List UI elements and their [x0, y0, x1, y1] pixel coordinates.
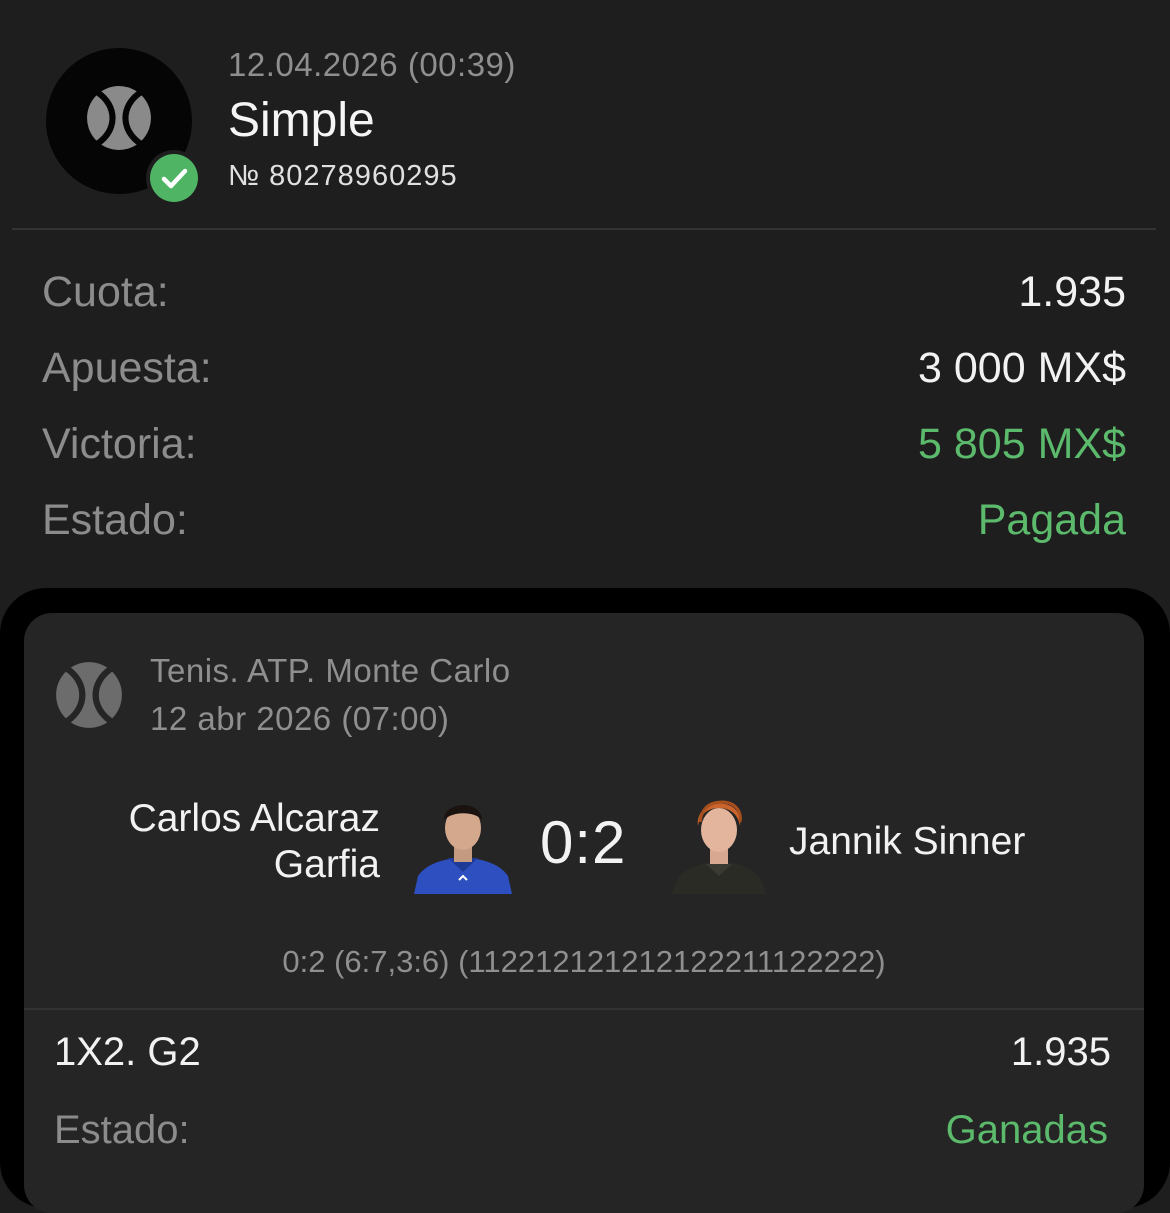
tennis-ball-icon	[87, 86, 151, 150]
market-name: 1X2. G2	[54, 1030, 201, 1074]
stake-row: Apuesta: 3 000 MX$	[42, 344, 1126, 404]
divider	[12, 228, 1156, 230]
winnings-row: Victoria: 5 805 MX$	[42, 420, 1126, 480]
team1-name-line1: Carlos Alcaraz	[128, 797, 380, 840]
status-value: Pagada	[977, 496, 1126, 544]
winnings-value: 5 805 MX$	[918, 420, 1126, 468]
odds-label: Cuota:	[42, 268, 169, 316]
winnings-label: Victoria:	[42, 420, 197, 468]
odds-row: Cuota: 1.935	[42, 268, 1126, 328]
team2-name: Jannik Sinner	[789, 820, 1026, 863]
market-odds: 1.935	[1010, 1030, 1111, 1074]
market-status-value: Ganadas	[945, 1108, 1108, 1152]
team1-name-line2: Garfia	[273, 843, 380, 886]
check-icon	[161, 168, 188, 189]
score-detail: 0:2 (6:7,3:6) (112212121212122211122222)	[282, 944, 886, 979]
league-name: Tenis. ATP. Monte Carlo	[150, 652, 511, 689]
divider	[24, 1008, 1144, 1010]
market-status-label: Estado:	[54, 1108, 190, 1152]
bet-header: 12.04.2026 (00:39) Simple № 80278960295	[0, 0, 1170, 230]
stake-value: 3 000 MX$	[918, 344, 1126, 392]
status-row: Estado: Pagada	[42, 496, 1126, 556]
bet-number: № 80278960295	[228, 160, 458, 192]
match-score: 0:2	[540, 809, 627, 876]
stake-label: Apuesta:	[42, 344, 212, 392]
bet-type: Simple	[228, 94, 375, 147]
match-date: 12 abr 2026 (07:00)	[150, 700, 450, 737]
player1-avatar	[414, 805, 512, 894]
settled-badge	[146, 150, 202, 206]
tennis-ball-icon	[56, 662, 122, 728]
team1-name: Carlos Alcaraz Garfia	[20, 796, 380, 888]
bet-datetime: 12.04.2026 (00:39)	[228, 46, 516, 83]
odds-value: 1.935	[1018, 268, 1126, 316]
status-label: Estado:	[42, 496, 188, 544]
player2-avatar	[672, 800, 766, 894]
